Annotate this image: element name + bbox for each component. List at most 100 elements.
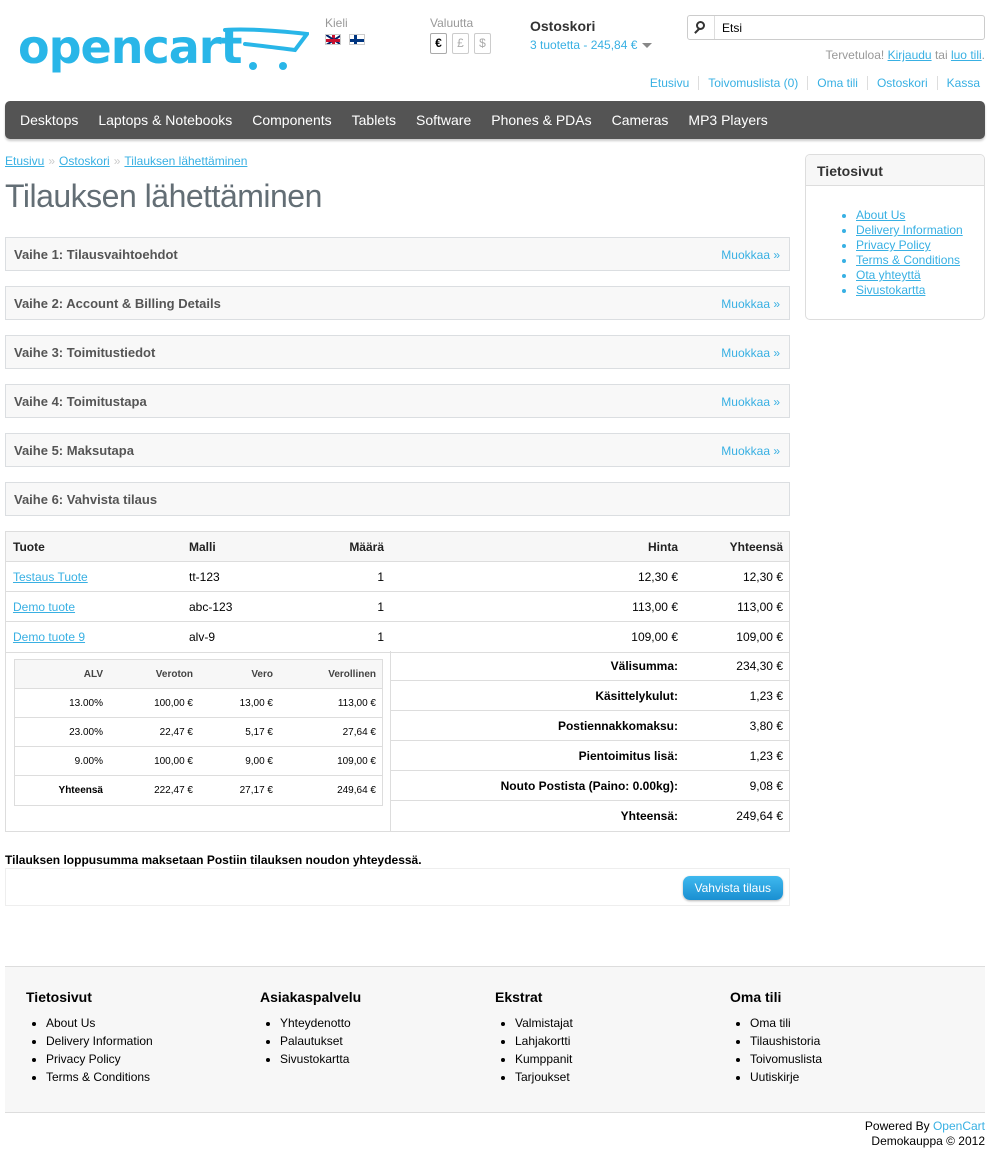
footer-link[interactable]: Sivustokartta — [280, 1052, 349, 1066]
footer-list-item: Terms & Conditions — [46, 1068, 153, 1086]
footer-list-item: About Us — [46, 1014, 153, 1032]
sidebar-link-about[interactable]: About Us — [856, 208, 905, 222]
breadcrumb-separator: » — [48, 154, 56, 168]
top-link-checkout[interactable]: Kassa — [936, 76, 985, 90]
search-input[interactable] — [722, 19, 977, 36]
product-link[interactable]: Demo tuote 9 — [13, 630, 85, 644]
footer-link[interactable]: Uutiskirje — [750, 1070, 799, 1084]
table-row: Testaus Tuote tt-123 1 12,30 € 12,30 € — [6, 562, 789, 592]
summary-row-subtotal: Välisumma: 234,30 € — [391, 651, 789, 681]
summary-label: Välisumma: — [610, 659, 678, 673]
summary-label: Nouto Postista (Paino: 0.00kg): — [500, 779, 678, 793]
top-link-cart[interactable]: Ostoskori — [866, 76, 937, 90]
footer-link[interactable]: Kumppanit — [515, 1052, 572, 1066]
footer-link[interactable]: Tarjoukset — [515, 1070, 570, 1084]
menu-item-phones[interactable]: Phones & PDAs — [481, 101, 601, 139]
breadcrumb: Etusivu» Ostoskori» Tilauksen lähettäminen — [5, 154, 247, 168]
language-label: Kieli — [325, 16, 348, 30]
breadcrumb-home[interactable]: Etusivu — [5, 154, 44, 168]
welcome-or: tai — [934, 48, 948, 62]
menu-item-components[interactable]: Components — [242, 101, 341, 139]
footer-link[interactable]: Oma tili — [750, 1016, 791, 1030]
opencart-link[interactable]: OpenCart — [933, 1119, 985, 1133]
tax-rate: 23.00% — [69, 727, 103, 738]
footer-link[interactable]: Lahjakortti — [515, 1034, 570, 1048]
sidebar-list-item: Terms & Conditions — [856, 253, 984, 268]
product-price: 12,30 € — [637, 570, 678, 584]
english-flag-icon[interactable] — [325, 34, 341, 45]
sidebar-list-item: About Us — [856, 208, 984, 223]
edit-step-link[interactable]: Muokkaa » — [721, 248, 780, 262]
confirm-order-button[interactable]: Vahvista tilaus — [682, 876, 783, 900]
edit-step-link[interactable]: Muokkaa » — [721, 395, 780, 409]
footer-link[interactable]: Privacy Policy — [46, 1052, 121, 1066]
sidebar-link-terms[interactable]: Terms & Conditions — [856, 253, 960, 267]
summary-value: 1,23 € — [749, 749, 783, 763]
currency-euro-button[interactable]: € — [430, 33, 447, 54]
checkout-step-3: Vaihe 3: Toimitustiedot Muokkaa » — [5, 335, 790, 369]
checkout-step-1: Vaihe 1: Tilausvaihtoehdot Muokkaa » — [5, 237, 790, 271]
confirm-box: Vahvista tilaus — [5, 868, 790, 906]
search-button[interactable] — [688, 16, 715, 39]
welcome-text: Tervetuloa! Kirjaudu tai luo tili. — [825, 48, 985, 62]
cart-total-dropdown[interactable]: 3 tuotetta - 245,84 € — [530, 38, 653, 52]
currency-dollar-button[interactable]: $ — [474, 33, 491, 54]
footer-list-item: Palautukset — [280, 1032, 361, 1050]
summary-row-cod: Postiennakkomaksu: 3,80 € — [391, 711, 789, 741]
tax-row: 23.00% 22,47 € 5,17 € 27,64 € — [15, 718, 382, 747]
sidebar-link-sitemap[interactable]: Sivustokartta — [856, 283, 925, 297]
tax-rate: 9.00% — [74, 756, 103, 767]
product-link[interactable]: Testaus Tuote — [13, 570, 88, 584]
sidebar-title: Tietosivut — [806, 155, 984, 186]
menu-item-cameras[interactable]: Cameras — [602, 101, 679, 139]
tax-total-gross: 249,64 € — [337, 785, 376, 796]
footer-list-item: Sivustokartta — [280, 1050, 361, 1068]
tax-gross: 109,00 € — [337, 756, 376, 767]
top-links: Etusivu Toivomuslista (0) Oma tili Ostos… — [641, 76, 985, 90]
product-link[interactable]: Demo tuote — [13, 600, 75, 614]
footer-link[interactable]: Valmistajat — [515, 1016, 573, 1030]
product-model: abc-123 — [189, 600, 233, 614]
breadcrumb-cart[interactable]: Ostoskori — [59, 154, 110, 168]
footer-link[interactable]: Palautukset — [280, 1034, 343, 1048]
tax-net: 100,00 € — [154, 756, 193, 767]
menu-item-tablets[interactable]: Tablets — [342, 101, 406, 139]
powered-by-prefix: Powered By — [864, 1119, 930, 1133]
tax-table: ALV Veroton Vero Verollinen 13.00% 100,0… — [14, 659, 383, 806]
sidebar-link-contact[interactable]: Ota yhteyttä — [856, 268, 921, 282]
sidebar-link-delivery[interactable]: Delivery Information — [856, 223, 963, 237]
footer-link[interactable]: Yhteydenotto — [280, 1016, 351, 1030]
tax-amount: 9,00 € — [245, 756, 273, 767]
product-quantity: 1 — [377, 630, 384, 644]
login-link[interactable]: Kirjaudu — [888, 48, 932, 62]
summary-value: 234,30 € — [736, 659, 783, 673]
edit-step-link[interactable]: Muokkaa » — [721, 297, 780, 311]
top-link-account[interactable]: Oma tili — [807, 76, 867, 90]
menu-item-desktops[interactable]: Desktops — [10, 101, 88, 139]
footer-list-item: Oma tili — [750, 1014, 822, 1032]
breadcrumb-checkout[interactable]: Tilauksen lähettäminen — [124, 154, 247, 168]
footer-link[interactable]: About Us — [46, 1016, 95, 1030]
checkout-step-4: Vaihe 4: Toimitustapa Muokkaa » — [5, 384, 790, 418]
footer-link[interactable]: Delivery Information — [46, 1034, 153, 1048]
edit-step-link[interactable]: Muokkaa » — [721, 346, 780, 360]
menu-item-laptops[interactable]: Laptops & Notebooks — [88, 101, 242, 139]
summary-value: 3,80 € — [749, 719, 783, 733]
tax-row: 13.00% 100,00 € 13,00 € 113,00 € — [15, 689, 382, 718]
top-link-home[interactable]: Etusivu — [641, 76, 698, 90]
edit-step-link[interactable]: Muokkaa » — [721, 444, 780, 458]
menu-item-mp3[interactable]: MP3 Players — [678, 101, 777, 139]
menu-item-software[interactable]: Software — [406, 101, 481, 139]
register-link[interactable]: luo tili — [951, 48, 982, 62]
footer-link[interactable]: Tilaushistoria — [750, 1034, 820, 1048]
column-header-product: Tuote — [13, 540, 45, 554]
footer-link[interactable]: Toivomuslista — [750, 1052, 822, 1066]
opencart-logo[interactable]: opencart — [18, 22, 309, 78]
sidebar-information-box: Tietosivut About Us Delivery Information… — [805, 154, 985, 320]
sidebar-link-privacy[interactable]: Privacy Policy — [856, 238, 931, 252]
top-link-wishlist[interactable]: Toivomuslista (0) — [698, 76, 807, 90]
cart-total-text: 3 tuotetta - 245,84 € — [530, 38, 638, 52]
finnish-flag-icon[interactable] — [349, 34, 365, 45]
footer-link[interactable]: Terms & Conditions — [46, 1070, 150, 1084]
currency-pound-button[interactable]: £ — [452, 33, 469, 54]
